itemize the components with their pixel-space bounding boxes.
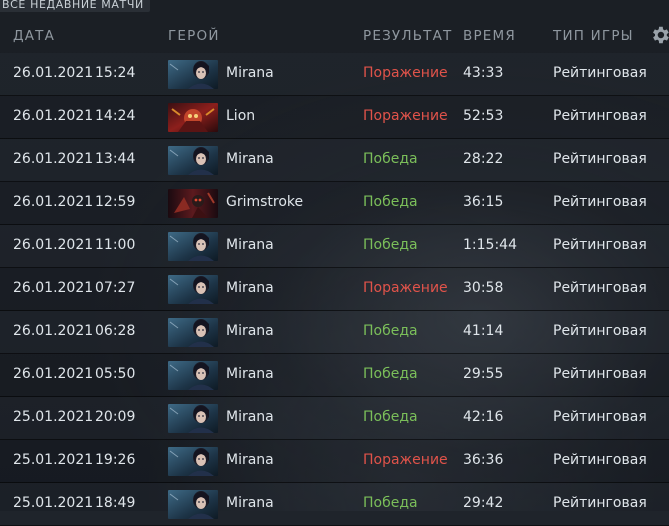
match-result: Поражение	[363, 108, 448, 124]
match-time: 07:27	[95, 280, 136, 296]
hero-name: Mirana	[226, 366, 274, 382]
match-duration: 43:33	[463, 65, 504, 81]
match-duration: 29:55	[463, 366, 504, 382]
match-date: 26.01.2021	[13, 151, 94, 167]
match-row[interactable]: 25.01.2021 18:49 Mirana Победа 29:42 Рейтинго…	[0, 483, 669, 526]
hero-portrait[interactable]	[168, 189, 218, 218]
game-type: Рейтинговая	[553, 323, 647, 339]
game-type: Рейтинговая	[553, 452, 647, 468]
game-type: Рейтинговая	[553, 151, 647, 167]
hero-portrait[interactable]	[168, 146, 218, 175]
match-date: 26.01.2021	[13, 108, 94, 124]
match-time: 20:09	[95, 409, 136, 425]
recent-matches-tab[interactable]: ВСЕ НЕДАВНИЕ МАТЧИ	[0, 0, 150, 12]
match-duration: 36:36	[463, 452, 504, 468]
match-time: 05:50	[95, 366, 136, 382]
match-result: Победа	[363, 366, 418, 382]
match-date: 26.01.2021	[13, 366, 94, 382]
match-time: 18:49	[95, 495, 136, 511]
matches-table-header: ДАТА ГЕРОЙ РЕЗУЛЬТАТ ВРЕМЯ ТИП ИГРЫ	[0, 24, 669, 50]
hero-portrait[interactable]	[168, 447, 218, 476]
match-time: 13:44	[95, 151, 136, 167]
match-result: Победа	[363, 194, 418, 210]
column-header-date[interactable]: ДАТА	[13, 28, 55, 44]
hero-portrait[interactable]	[168, 275, 218, 304]
game-type: Рейтинговая	[553, 108, 647, 124]
hero-portrait[interactable]	[168, 60, 218, 89]
hero-name: Mirana	[226, 409, 274, 425]
match-duration: 52:53	[463, 108, 504, 124]
match-date: 26.01.2021	[13, 194, 94, 210]
match-result: Победа	[363, 237, 418, 253]
game-type: Рейтинговая	[553, 495, 647, 511]
hero-name: Grimstroke	[226, 194, 304, 210]
match-duration: 42:16	[463, 409, 504, 425]
match-result: Победа	[363, 409, 418, 425]
game-type: Рейтинговая	[553, 409, 647, 425]
match-date: 26.01.2021	[13, 280, 94, 296]
hero-name: Mirana	[226, 65, 274, 81]
column-header-result[interactable]: РЕЗУЛЬТАТ	[363, 28, 453, 44]
game-type: Рейтинговая	[553, 65, 647, 81]
hero-portrait[interactable]	[168, 490, 218, 519]
hero-name: Lion	[226, 108, 256, 124]
match-date: 25.01.2021	[13, 409, 94, 425]
match-date: 26.01.2021	[13, 237, 94, 253]
match-row[interactable]: 26.01.2021 12:59 Grimstroke Победа 36:15 Рейт…	[0, 182, 669, 225]
match-result: Поражение	[363, 65, 448, 81]
match-time: 15:24	[95, 65, 136, 81]
hero-name: Mirana	[226, 280, 274, 296]
gear-icon[interactable]	[649, 24, 669, 46]
hero-portrait[interactable]	[168, 318, 218, 347]
match-row[interactable]: 26.01.2021 06:28 Mirana Победа 41:14 Рейтинго…	[0, 311, 669, 354]
column-header-hero[interactable]: ГЕРОЙ	[168, 28, 220, 44]
match-time: 11:00	[95, 237, 136, 253]
match-row[interactable]: 26.01.2021 05:50 Mirana Победа 29:55 Рейтинго…	[0, 354, 669, 397]
hero-portrait[interactable]	[168, 361, 218, 390]
match-row[interactable]: 26.01.2021 13:44 Mirana Победа 28:22 Рейтинго…	[0, 139, 669, 182]
match-time: 06:28	[95, 323, 136, 339]
game-type: Рейтинговая	[553, 366, 647, 382]
match-row[interactable]: 26.01.2021 11:00 Mirana Победа 1:15:44 Рейтин…	[0, 225, 669, 268]
hero-name: Mirana	[226, 495, 274, 511]
match-date: 25.01.2021	[13, 495, 94, 511]
column-header-game-type[interactable]: ТИП ИГРЫ	[553, 28, 634, 44]
column-header-duration[interactable]: ВРЕМЯ	[463, 28, 516, 44]
match-row[interactable]: 26.01.2021 14:24 Lion Поражение 52:53 Рейтинг…	[0, 96, 669, 139]
match-result: Победа	[363, 151, 418, 167]
game-type: Рейтинговая	[553, 237, 647, 253]
match-row[interactable]: 26.01.2021 15:24 Mirana Поражение 43:33 Рейти…	[0, 53, 669, 96]
match-duration: 1:15:44	[463, 237, 517, 253]
match-duration: 30:58	[463, 280, 504, 296]
match-time: 19:26	[95, 452, 136, 468]
hero-name: Mirana	[226, 323, 274, 339]
match-date: 26.01.2021	[13, 323, 94, 339]
game-type: Рейтинговая	[553, 194, 647, 210]
match-duration: 36:15	[463, 194, 504, 210]
match-date: 26.01.2021	[13, 65, 94, 81]
game-type: Рейтинговая	[553, 280, 647, 296]
match-date: 25.01.2021	[13, 452, 94, 468]
match-row[interactable]: 26.01.2021 07:27 Mirana Поражение 30:58 Рейти…	[0, 268, 669, 311]
hero-portrait[interactable]	[168, 103, 218, 132]
match-row[interactable]: 25.01.2021 19:26 Mirana Поражение 36:36 Рейти…	[0, 440, 669, 483]
hero-name: Mirana	[226, 237, 274, 253]
match-result: Победа	[363, 495, 418, 511]
match-duration: 41:14	[463, 323, 504, 339]
hero-portrait[interactable]	[168, 232, 218, 261]
match-row[interactable]: 25.01.2021 20:09 Mirana Победа 42:16 Рейтинго…	[0, 397, 669, 440]
match-time: 12:59	[95, 194, 136, 210]
match-result: Поражение	[363, 452, 448, 468]
matches-list: 26.01.2021 15:24 Mirana Поражение 43:33 Рейти…	[0, 53, 669, 526]
hero-name: Mirana	[226, 151, 274, 167]
match-time: 14:24	[95, 108, 136, 124]
match-result: Поражение	[363, 280, 448, 296]
match-duration: 29:42	[463, 495, 504, 511]
match-duration: 28:22	[463, 151, 504, 167]
hero-portrait[interactable]	[168, 404, 218, 433]
hero-name: Mirana	[226, 452, 274, 468]
match-result: Победа	[363, 323, 418, 339]
